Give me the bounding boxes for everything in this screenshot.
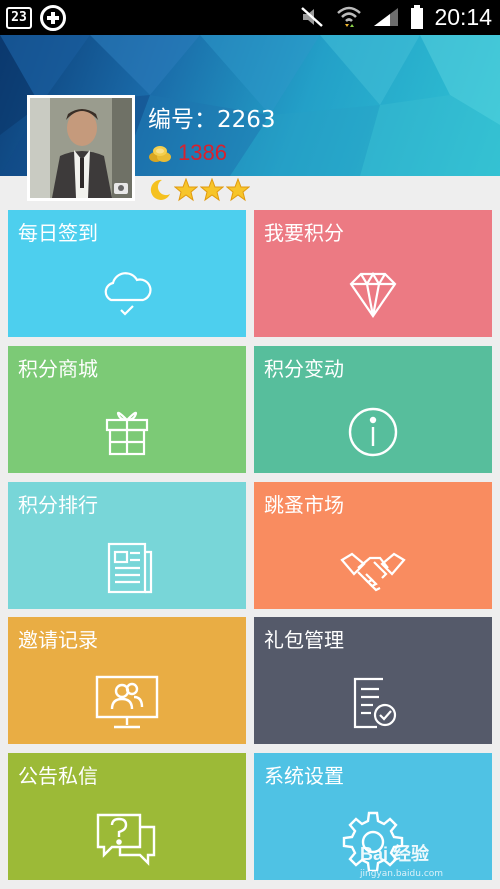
moon-icon [150, 179, 170, 200]
tile-daily-checkin[interactable]: 每日签到 [8, 210, 246, 337]
star-icon [200, 178, 224, 202]
tile-label: 积分排行 [18, 493, 98, 517]
level-indicator [148, 178, 250, 202]
tile-points-mall[interactable]: 积分商城 [8, 346, 246, 473]
notification-badge: 23 [6, 7, 32, 29]
tile-points-changes[interactable]: 积分变动 [254, 346, 492, 473]
document-check-icon [353, 677, 397, 729]
cloud-check-icon [104, 272, 152, 316]
mute-icon [301, 7, 324, 27]
info-icon [348, 407, 398, 457]
add-circle-icon [40, 5, 66, 31]
watermark-url: jingyan.baidu.com [360, 869, 444, 879]
status-bar: 23 20:14 [0, 0, 500, 35]
wifi-icon [337, 6, 362, 27]
coins-icon [149, 146, 171, 162]
tile-gift-management[interactable]: 礼包管理 [254, 617, 492, 744]
gift-icon [105, 411, 149, 456]
tile-label: 积分变动 [264, 357, 344, 381]
tile-announcements[interactable]: 公告私信 [8, 753, 246, 880]
tile-flea-market[interactable]: 跳蚤市场 [254, 482, 492, 609]
tile-label: 每日签到 [18, 221, 98, 245]
tile-invite-records[interactable]: 邀请记录 [8, 617, 246, 744]
clock: 20:14 [434, 4, 492, 30]
tile-label: 我要积分 [264, 221, 344, 245]
monitor-users-icon [95, 675, 159, 729]
tile-earn-points[interactable]: 我要积分 [254, 210, 492, 337]
tile-label: 系统设置 [264, 764, 344, 788]
coins-row: 1386 [148, 141, 227, 165]
signal-icon [374, 8, 399, 26]
star-icon [226, 178, 250, 202]
tile-label: 跳蚤市场 [264, 493, 344, 517]
battery-icon [411, 5, 424, 29]
coin-count: 1386 [178, 140, 227, 165]
watermark: Bai 经验 jingyan.baidu.com [360, 840, 443, 879]
tile-label: 礼包管理 [264, 628, 344, 652]
chat-question-icon [96, 813, 156, 866]
tile-label: 邀请记录 [18, 628, 98, 652]
handshake-icon [340, 552, 406, 592]
tile-points-ranking[interactable]: 积分排行 [8, 482, 246, 609]
avatar[interactable] [27, 95, 135, 201]
newspaper-icon [107, 542, 153, 594]
diamond-icon [349, 271, 397, 318]
tile-label: 积分商城 [18, 357, 98, 381]
star-icon [174, 178, 198, 202]
watermark-brand: Bai 经验 [360, 844, 430, 864]
user-id: 编号：2263 [148, 107, 276, 133]
tile-label: 公告私信 [18, 764, 98, 788]
camera-icon[interactable] [114, 183, 128, 194]
